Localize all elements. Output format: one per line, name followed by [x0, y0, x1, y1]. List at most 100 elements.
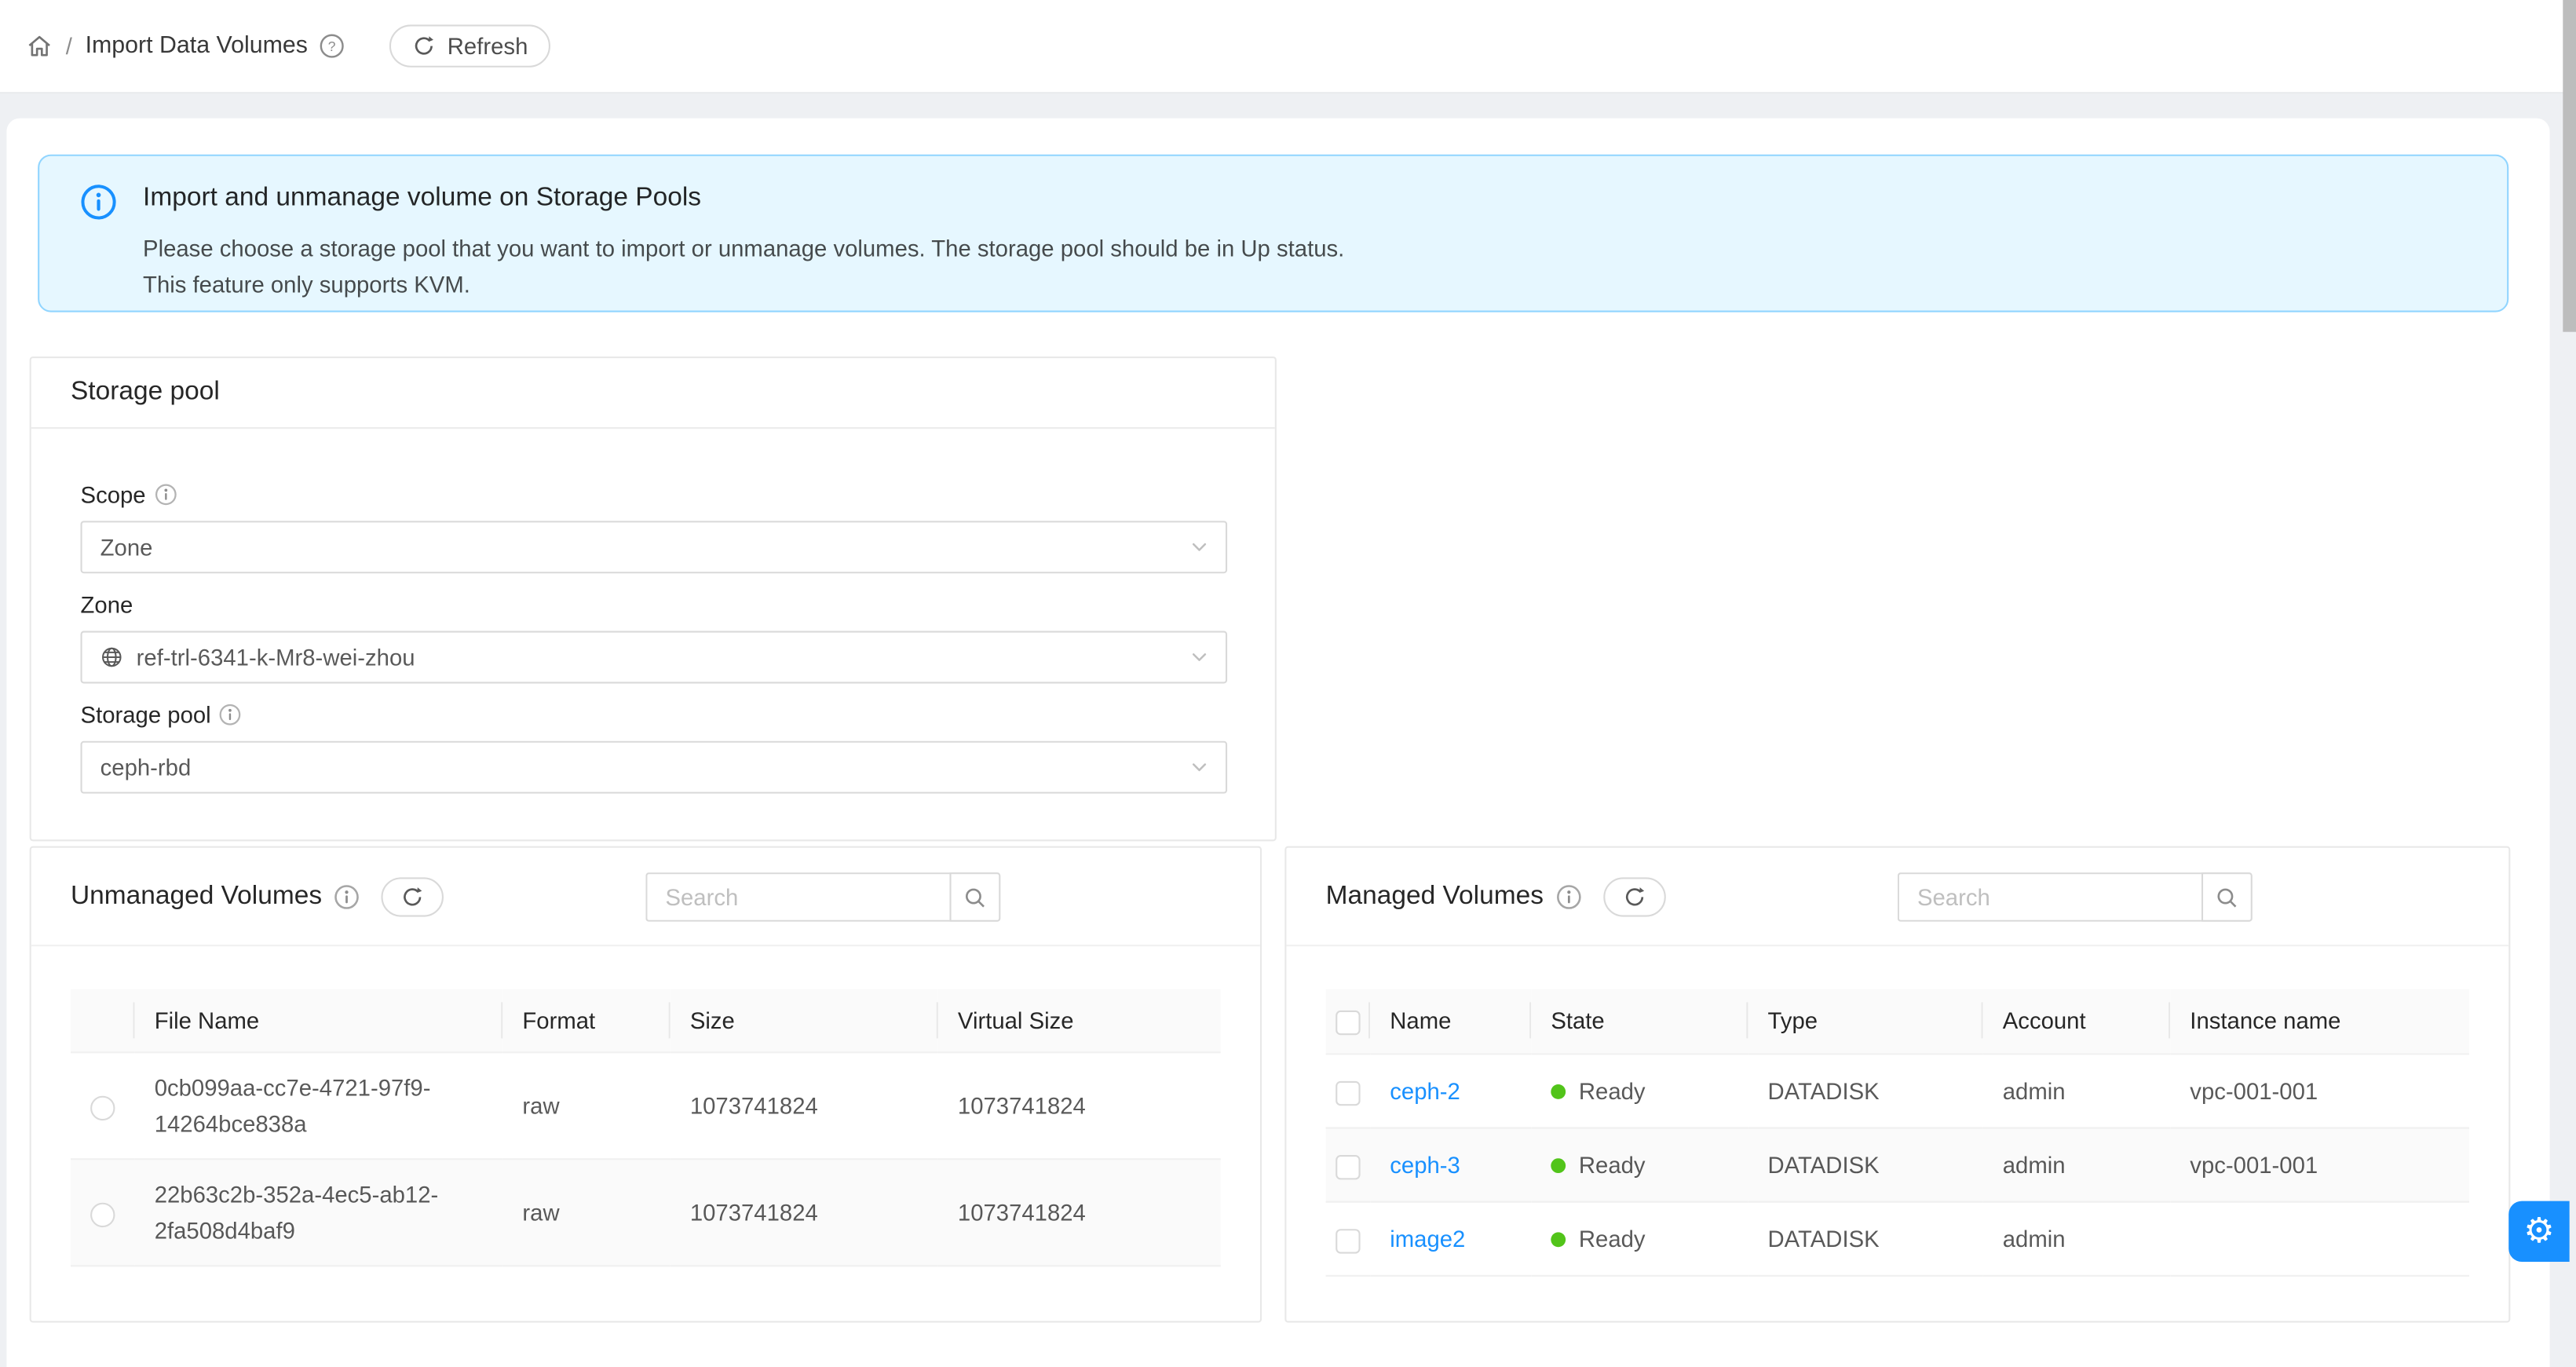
- svg-text:?: ?: [328, 38, 336, 54]
- unmanaged-volumes-table: File Name Format Size Virtual Size 0cb09…: [71, 989, 1221, 1267]
- managed-volumes-title: Managed Volumes: [1326, 882, 1544, 912]
- status-badge: Ready: [1579, 1226, 1646, 1252]
- unmanaged-search-input[interactable]: [645, 872, 949, 922]
- chevron-down-icon: [1189, 647, 1209, 667]
- status-dot: [1551, 1084, 1566, 1099]
- cell-file-name: 0cb099aa-cc7e-4721-97f9-14264bce838a: [135, 1052, 503, 1159]
- column-header-size: Size: [670, 989, 938, 1053]
- refresh-label: Refresh: [448, 33, 528, 59]
- volume-name-link[interactable]: ceph-3: [1390, 1151, 1460, 1177]
- chevron-down-icon: [1189, 758, 1209, 777]
- table-row: 0cb099aa-cc7e-4721-97f9-14264bce838a raw…: [71, 1052, 1221, 1159]
- zone-select-value: ref-trl-6341-k-Mr8-wei-zhou: [137, 644, 415, 670]
- zone-select[interactable]: ref-trl-6341-k-Mr8-wei-zhou: [81, 631, 1228, 684]
- info-circle-icon: [1555, 883, 1581, 909]
- managed-search-button[interactable]: [2201, 872, 2253, 922]
- cell-file-name: 22b63c2b-352a-4ec5-ab12-2fa508d4baf9: [135, 1159, 503, 1266]
- row-checkbox[interactable]: [1336, 1154, 1360, 1179]
- scope-select-value: Zone: [100, 534, 153, 560]
- column-header-state: State: [1531, 989, 1748, 1054]
- cell-size: 1073741824: [670, 1159, 938, 1266]
- column-header-account: Account: [1983, 989, 2171, 1054]
- storage-pool-select-value: ceph-rbd: [100, 754, 192, 780]
- scope-select[interactable]: Zone: [81, 521, 1228, 573]
- status-badge: Ready: [1579, 1151, 1646, 1177]
- column-header-virtual-size: Virtual Size: [938, 989, 1221, 1053]
- info-circle-icon: [334, 883, 360, 909]
- select-all-checkbox[interactable]: [1336, 1010, 1360, 1034]
- row-checkbox[interactable]: [1336, 1080, 1360, 1105]
- storage-pool-select[interactable]: ceph-rbd: [81, 741, 1228, 794]
- alert-title: Import and unmanage volume on Storage Po…: [143, 181, 1344, 217]
- cell-virtual-size: 1073741824: [938, 1159, 1221, 1266]
- managed-search-input[interactable]: [1898, 872, 2201, 922]
- storage-pool-label: Storage pool: [81, 698, 211, 731]
- managed-reload-button[interactable]: [1602, 876, 1665, 916]
- unmanaged-search: [645, 872, 1000, 922]
- alert-description-line2: This feature only supports KVM.: [143, 267, 1344, 302]
- breadcrumb: / Import Data Volumes ?: [26, 33, 345, 59]
- cell-instance-name: [2170, 1201, 2469, 1275]
- reload-icon: [413, 35, 436, 57]
- refresh-button[interactable]: Refresh: [390, 24, 551, 67]
- volume-name-link[interactable]: ceph-2: [1390, 1077, 1460, 1103]
- row-checkbox[interactable]: [1336, 1228, 1360, 1252]
- table-row: 22b63c2b-352a-4ec5-ab12-2fa508d4baf9 raw…: [71, 1159, 1221, 1266]
- cell-account: admin: [1983, 1201, 2171, 1275]
- table-row: ceph-2 Ready DATADISK admin vpc-001-001: [1326, 1054, 2469, 1128]
- status-dot: [1551, 1158, 1566, 1173]
- cell-format: raw: [502, 1052, 670, 1159]
- row-radio[interactable]: [90, 1095, 115, 1120]
- info-circle-icon: [81, 184, 117, 310]
- scrollbar-track[interactable]: [2563, 0, 2576, 1268]
- managed-volumes-table: Name State Type Account Instance name ce…: [1326, 989, 2469, 1277]
- column-header-file-name: File Name: [135, 989, 503, 1053]
- scrollbar-thumb[interactable]: [2563, 0, 2576, 332]
- cell-type: DATADISK: [1748, 1128, 1982, 1201]
- row-radio[interactable]: [90, 1202, 115, 1226]
- settings-button[interactable]: ⚙: [2508, 1201, 2569, 1262]
- managed-volumes-card: Managed Volumes: [1284, 846, 2510, 1323]
- cell-type: DATADISK: [1748, 1201, 1982, 1275]
- scope-label: Scope: [81, 478, 146, 511]
- column-header-instance-name: Instance name: [2170, 989, 2469, 1054]
- breadcrumb-separator: /: [66, 33, 72, 59]
- gear-icon: ⚙: [2523, 1211, 2554, 1252]
- status-dot: [1551, 1232, 1566, 1247]
- volume-name-link[interactable]: image2: [1390, 1226, 1465, 1252]
- status-badge: Ready: [1579, 1077, 1646, 1103]
- cell-format: raw: [502, 1159, 670, 1266]
- unmanaged-search-button[interactable]: [949, 872, 1000, 922]
- home-icon[interactable]: [26, 33, 52, 59]
- question-circle-icon[interactable]: ?: [320, 33, 345, 59]
- table-row: ceph-3 Ready DATADISK admin vpc-001-001: [1326, 1128, 2469, 1201]
- unmanaged-volumes-title: Unmanaged Volumes: [71, 882, 322, 912]
- chevron-down-icon: [1189, 537, 1209, 557]
- cell-type: DATADISK: [1748, 1054, 1982, 1128]
- cell-virtual-size: 1073741824: [938, 1052, 1221, 1159]
- info-circle-icon: [219, 704, 242, 726]
- globe-icon: [100, 645, 123, 668]
- info-circle-icon: [154, 483, 177, 506]
- cell-instance-name: vpc-001-001: [2170, 1054, 2469, 1128]
- content-panel: Import and unmanage volume on Storage Po…: [6, 119, 2549, 1367]
- storage-pool-card: Storage pool Scope: [30, 356, 1277, 841]
- page-title: Import Data Volumes: [86, 33, 308, 59]
- cell-instance-name: vpc-001-001: [2170, 1128, 2469, 1201]
- column-header-type: Type: [1748, 989, 1982, 1054]
- managed-search: [1898, 872, 2253, 922]
- zone-label: Zone: [81, 588, 133, 621]
- top-bar: / Import Data Volumes ? Refresh: [0, 0, 2576, 93]
- cell-account: admin: [1983, 1054, 2171, 1128]
- alert-description-line1: Please choose a storage pool that you wa…: [143, 232, 1344, 267]
- info-alert: Import and unmanage volume on Storage Po…: [38, 155, 2508, 313]
- unmanaged-select-header: [71, 989, 135, 1053]
- cell-account: admin: [1983, 1128, 2171, 1201]
- storage-pool-card-title: Storage pool: [31, 358, 1275, 429]
- cell-size: 1073741824: [670, 1052, 938, 1159]
- column-header-format: Format: [502, 989, 670, 1053]
- unmanaged-volumes-card: Unmanaged Volumes: [30, 846, 1262, 1323]
- unmanaged-reload-button[interactable]: [381, 876, 444, 916]
- table-row: image2 Ready DATADISK admin: [1326, 1201, 2469, 1275]
- column-header-name: Name: [1370, 989, 1531, 1054]
